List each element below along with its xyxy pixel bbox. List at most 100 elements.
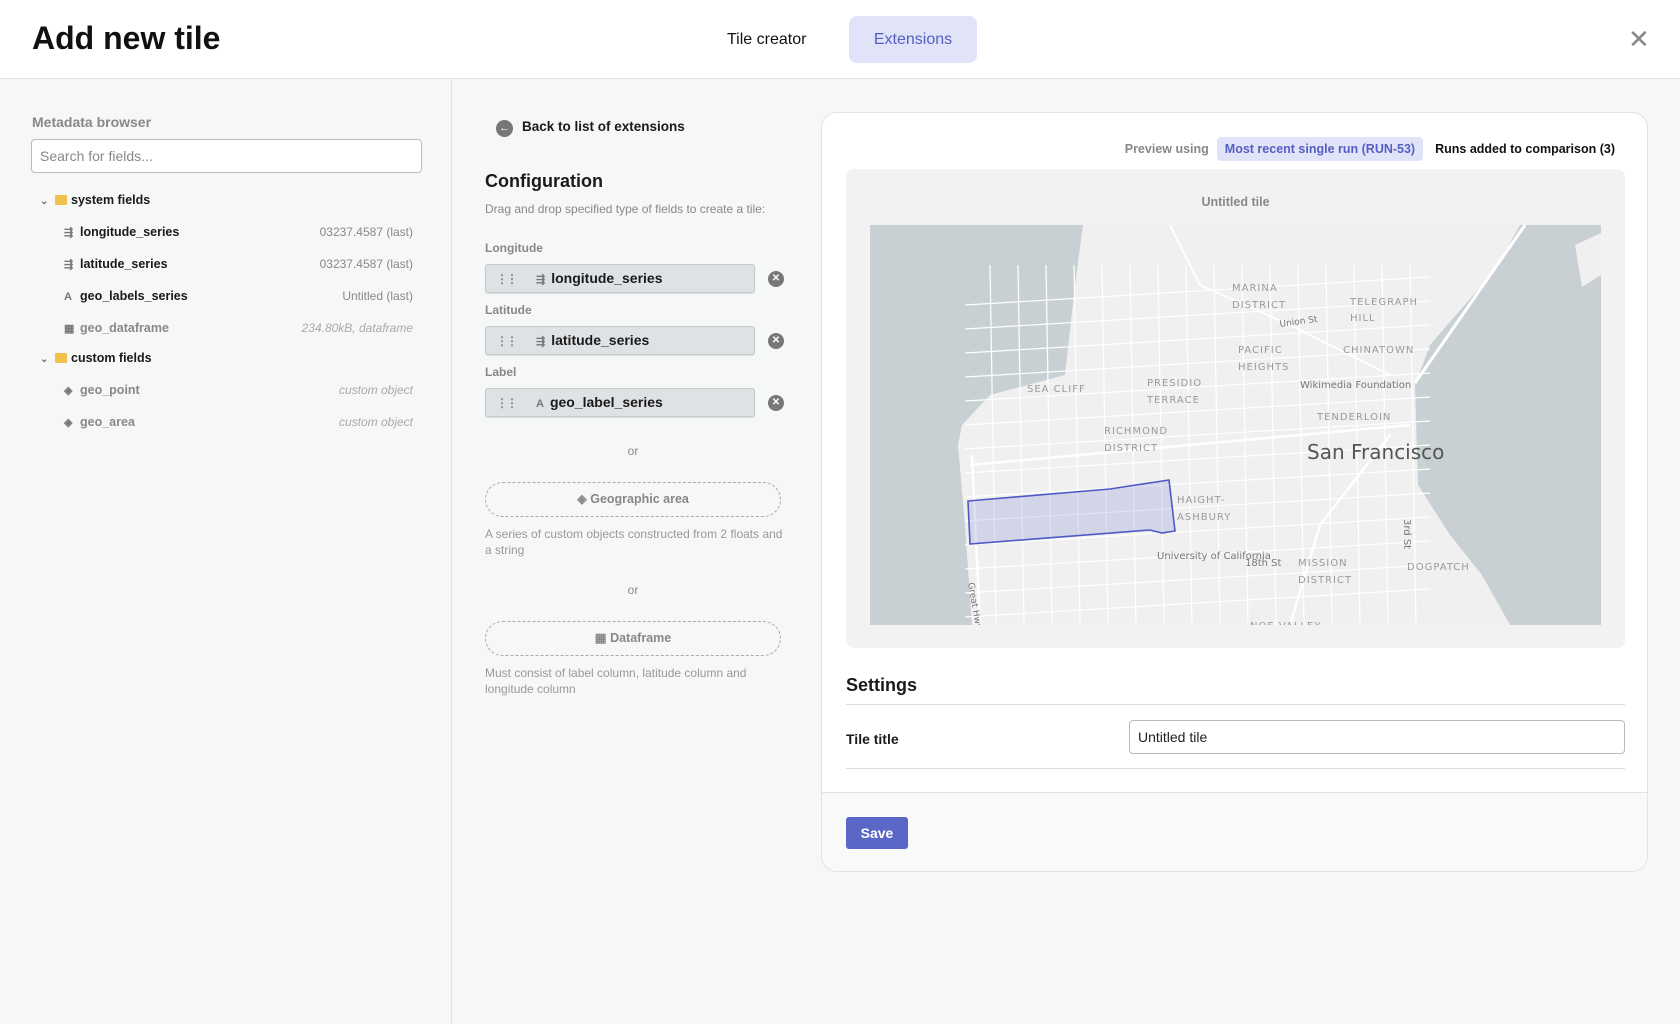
- map-label: RICHMOND: [1104, 426, 1168, 437]
- divider: [846, 704, 1625, 705]
- folder-custom-fields[interactable]: ⌄ custom fields: [40, 346, 413, 370]
- remove-icon[interactable]: ✕: [768, 271, 784, 287]
- folder-icon: [55, 195, 67, 205]
- or-divider: or: [627, 444, 639, 458]
- field-label: Label: [485, 365, 517, 379]
- geo-area-label: Geographic area: [590, 492, 689, 506]
- field-name: geo_labels_series: [80, 289, 188, 303]
- map-label: CHINATOWN: [1343, 345, 1414, 356]
- map-label: DISTRICT: [1104, 443, 1158, 454]
- field-item[interactable]: ▦ geo_dataframe 234.80kB, dataframe: [64, 316, 413, 340]
- search-input[interactable]: [31, 139, 422, 173]
- field-item[interactable]: ◈ geo_point custom object: [64, 378, 413, 402]
- map-label: HILL: [1350, 313, 1376, 324]
- dataframe-description: Must consist of label column, latitude c…: [485, 666, 747, 696]
- map-label: HAIGHT-: [1177, 495, 1225, 506]
- folder-icon: [55, 353, 67, 363]
- option-recent-run[interactable]: Most recent single run (RUN-53): [1216, 137, 1424, 161]
- float-series-icon: ⇶: [64, 227, 74, 239]
- map-label: TERRACE: [1146, 395, 1200, 406]
- map-label: MARINA: [1232, 283, 1278, 294]
- table-icon: ▦: [64, 323, 75, 335]
- geo-area-description: A series of custom objects constructed f…: [485, 527, 783, 557]
- card-footer: Save: [822, 792, 1647, 871]
- custom-object-icon: ◈: [64, 417, 73, 429]
- settings-title: Settings: [846, 675, 918, 695]
- field-slot-label[interactable]: ⋮⋮ Ageo_label_series: [485, 388, 755, 417]
- float-series-icon: ⇶: [536, 336, 546, 348]
- map-label: SEA CLIFF: [1027, 384, 1086, 395]
- drag-handle-icon[interactable]: ⋮⋮: [496, 328, 518, 355]
- option-comparison-runs[interactable]: Runs added to comparison (3): [1431, 137, 1615, 161]
- map-label: TELEGRAPH: [1349, 297, 1418, 308]
- map-label: HEIGHTS: [1238, 362, 1290, 373]
- field-slot-latitude[interactable]: ⋮⋮ ⇶ latitude_series: [485, 326, 755, 355]
- field-value: 03237.4587 (last): [319, 257, 413, 271]
- string-series-icon: A: [536, 398, 544, 410]
- field-value: custom object: [338, 383, 413, 397]
- field-name: geo_dataframe: [80, 321, 169, 335]
- remove-icon[interactable]: ✕: [768, 333, 784, 349]
- dataframe-label: Dataframe: [610, 631, 672, 645]
- field-value: geo_label_series: [549, 394, 663, 410]
- map-label: DOGPATCH: [1407, 562, 1470, 573]
- map-label: 3rd St: [1401, 519, 1412, 549]
- field-value: custom object: [338, 415, 413, 429]
- chevron-down-icon[interactable]: ⌄: [40, 348, 52, 372]
- arrow-left-icon: ←: [496, 120, 513, 137]
- tile-title-input[interactable]: [1129, 720, 1625, 754]
- field-value: Untitled (last): [342, 289, 413, 303]
- custom-object-icon: ◈: [64, 385, 73, 397]
- folder-system-fields[interactable]: ⌄ system fields: [40, 188, 413, 212]
- save-button[interactable]: Save: [846, 817, 908, 849]
- field-slot-longitude[interactable]: ⋮⋮ ⇶ longitude_series: [485, 264, 755, 293]
- divider: [846, 768, 1625, 769]
- preview-label: Preview using: [1124, 142, 1209, 156]
- custom-object-icon: ◈: [577, 492, 591, 506]
- float-series-icon: ⇶: [64, 259, 74, 271]
- tab-extensions[interactable]: Extensions: [849, 16, 977, 63]
- or-divider: or: [627, 583, 639, 597]
- field-value: 03237.4587 (last): [319, 225, 413, 239]
- field-value: longitude_series: [551, 270, 663, 286]
- field-label: Longitude: [485, 241, 543, 255]
- page-title: Add new tile: [32, 20, 221, 56]
- field-item[interactable]: ⇶ latitude_series 03237.4587 (last): [64, 252, 413, 276]
- tab-tile-creator[interactable]: Tile creator: [703, 16, 830, 63]
- map-label: 18th St: [1245, 558, 1282, 569]
- field-name: geo_area: [80, 415, 135, 429]
- folder-label: system fields: [71, 193, 151, 207]
- map-label: DISTRICT: [1232, 300, 1286, 311]
- drag-handle-icon[interactable]: ⋮⋮: [496, 390, 518, 417]
- field-item[interactable]: Ageo_labels_series Untitled (last): [64, 284, 413, 308]
- configuration-description: Drag and drop specified type of fields t…: [485, 202, 766, 216]
- dataframe-dropzone[interactable]: ▦ Dataframe: [485, 621, 781, 656]
- tile-preview-title: Untitled tile: [1201, 195, 1270, 209]
- back-link[interactable]: ← Back to list of extensions: [496, 119, 685, 137]
- map-label: MISSION: [1298, 558, 1348, 569]
- field-item[interactable]: ⇶ longitude_series 03237.4587 (last): [64, 220, 413, 244]
- configuration-title: Configuration: [485, 171, 603, 191]
- table-icon: ▦: [594, 631, 611, 645]
- map-label: DISTRICT: [1298, 575, 1352, 586]
- field-item[interactable]: ◈ geo_area custom object: [64, 410, 413, 434]
- tile-title-label: Tile title: [846, 731, 899, 747]
- map-label: TENDERLOIN: [1316, 412, 1391, 423]
- tile-preview: Untitled tile MARINA DISTRICT TELEGRAPH HIL…: [846, 169, 1625, 648]
- close-icon[interactable]: ✕: [1628, 24, 1650, 55]
- drag-handle-icon[interactable]: ⋮⋮: [496, 266, 518, 293]
- map-label: ASHBURY: [1177, 512, 1231, 523]
- map[interactable]: MARINADISTRICT TELEGRAPHHILLUnion StPACIF…: [870, 225, 1601, 625]
- map-label: NOE VALLEY: [1250, 621, 1321, 625]
- remove-icon[interactable]: ✕: [768, 395, 784, 411]
- string-series-icon: A: [64, 291, 72, 303]
- field-value: 234.80kB, dataframe: [301, 321, 413, 335]
- geographic-area-dropzone[interactable]: ◈ Geographic area: [485, 482, 781, 517]
- folder-label: custom fields: [71, 351, 152, 365]
- field-name: latitude_series: [80, 257, 168, 271]
- map-label: San Francisco: [1307, 440, 1444, 464]
- metadata-browser-title: Metadata browser: [32, 114, 152, 130]
- chevron-down-icon[interactable]: ⌄: [40, 190, 52, 214]
- preview-source: Preview using Most recent single run (RU…: [1125, 137, 1615, 161]
- float-series-icon: ⇶: [536, 274, 546, 286]
